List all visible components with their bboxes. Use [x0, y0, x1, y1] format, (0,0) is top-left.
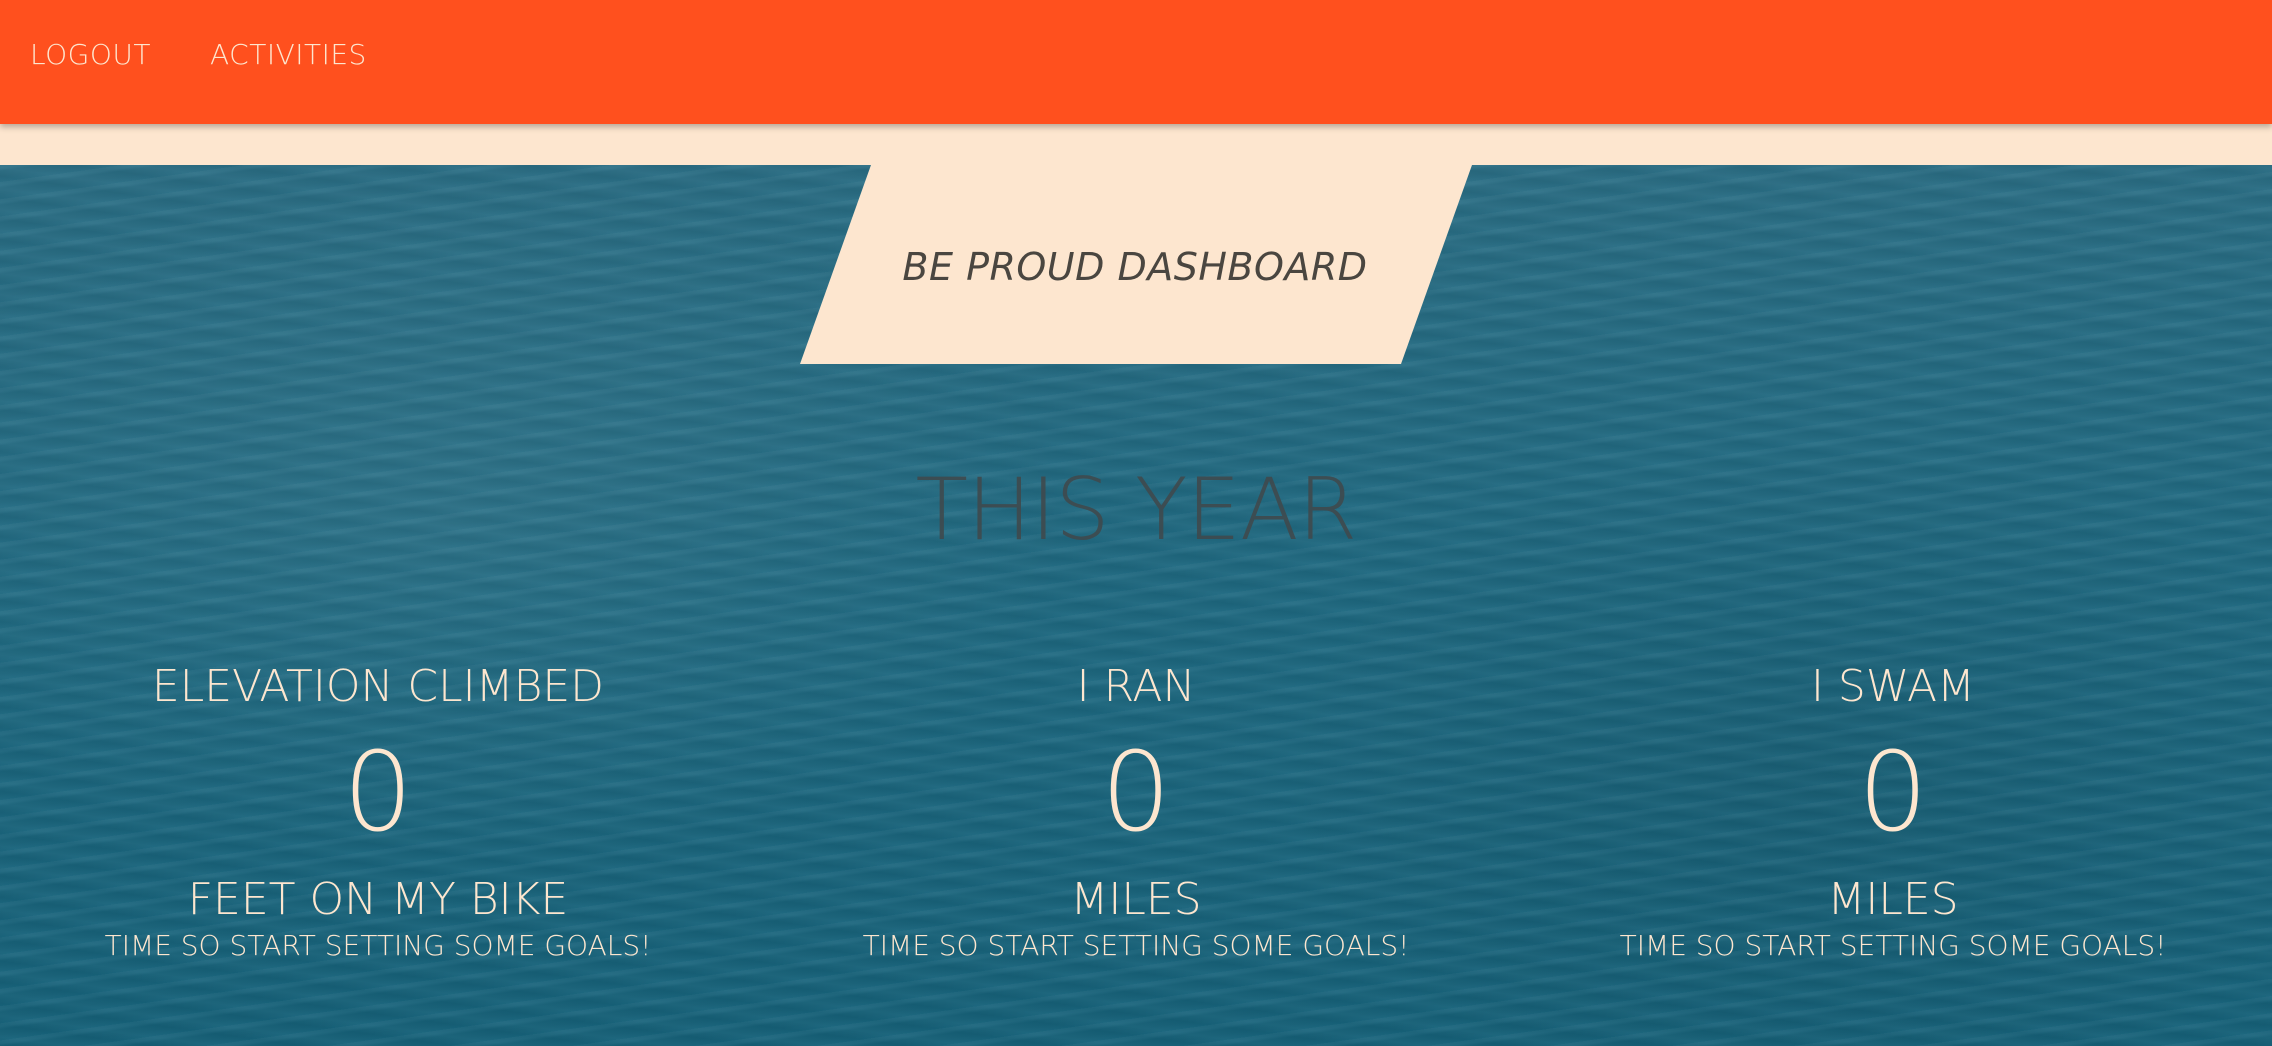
activities-link[interactable]: ACTIVITIES — [210, 38, 367, 71]
stat-unit: FEET ON MY BIKE — [187, 874, 569, 925]
stat-label: ELEVATION CLIMBED — [151, 661, 605, 712]
stat-note: TIME SO START SETTING SOME GOALS! — [862, 929, 1410, 962]
stat-elevation: ELEVATION CLIMBED 0 FEET ON MY BIKE TIME… — [58, 660, 698, 964]
stat-value: 0 — [1101, 728, 1171, 856]
stat-label: I RAN — [1076, 661, 1196, 712]
stat-label: I SWAM — [1810, 661, 1976, 712]
stat-unit: MILES — [1070, 874, 1202, 925]
stat-value: 0 — [1858, 728, 1928, 856]
stat-note: TIME SO START SETTING SOME GOALS! — [104, 929, 652, 962]
header-strip — [0, 124, 2272, 165]
stat-unit: MILES — [1827, 874, 1959, 925]
dashboard-title: BE PROUD DASHBOARD — [902, 245, 1368, 289]
top-navbar: LOGOUT ACTIVITIES — [0, 0, 2272, 124]
stat-value: 0 — [343, 728, 413, 856]
dashboard-background: BE PROUD DASHBOARD THIS YEAR ELEVATION C… — [0, 165, 2272, 1046]
section-title: THIS YEAR — [915, 460, 1358, 560]
logout-link[interactable]: LOGOUT — [30, 38, 151, 71]
stat-note: TIME SO START SETTING SOME GOALS! — [1619, 929, 2167, 962]
stat-run: I RAN 0 MILES TIME SO START SETTING SOME… — [816, 660, 1456, 964]
stat-swim: I SWAM 0 MILES TIME SO START SETTING SOM… — [1573, 660, 2213, 964]
